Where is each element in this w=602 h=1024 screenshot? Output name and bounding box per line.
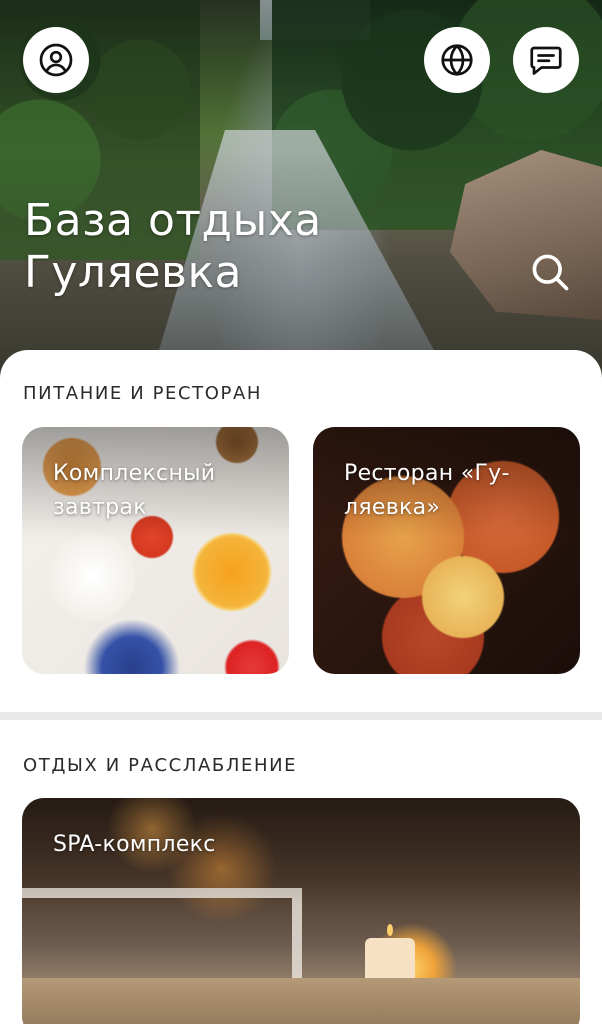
user-circle-icon: [39, 43, 73, 77]
hero-image: База отдыха Гуляевка: [0, 0, 602, 380]
card-restaurant[interactable]: Ресторан «Гу-ляевка»: [313, 427, 580, 674]
search-icon[interactable]: [528, 250, 572, 294]
main-screen: База отдыха Гуляевка ПИТАНИЕ И РЕСТОРАН …: [0, 0, 602, 1024]
title-line-2: Гуляевка: [24, 247, 243, 298]
globe-icon: [441, 44, 473, 76]
card-breakfast[interactable]: Комплексный завтрак: [22, 427, 289, 674]
card-spa-title: SPA-комплекс: [53, 832, 216, 857]
language-button[interactable]: [424, 27, 490, 93]
section-title-relax: ОТДЫХ И РАССЛАБЛЕНИЕ: [23, 755, 298, 776]
title-line-1: База отдыха: [24, 195, 322, 246]
card-spa[interactable]: SPA-комплекс: [22, 798, 580, 1024]
message-icon: [530, 46, 562, 75]
card-restaurant-title: Ресторан «Гу-ляевка»: [344, 461, 510, 520]
section-divider: [0, 712, 602, 720]
section-title-food: ПИТАНИЕ И РЕСТОРАН: [23, 383, 263, 404]
card-breakfast-title: Комплексный завтрак: [53, 461, 216, 520]
page-title: База отдыха Гуляевка: [24, 195, 504, 299]
chat-button[interactable]: [513, 27, 579, 93]
profile-button[interactable]: [23, 27, 89, 93]
